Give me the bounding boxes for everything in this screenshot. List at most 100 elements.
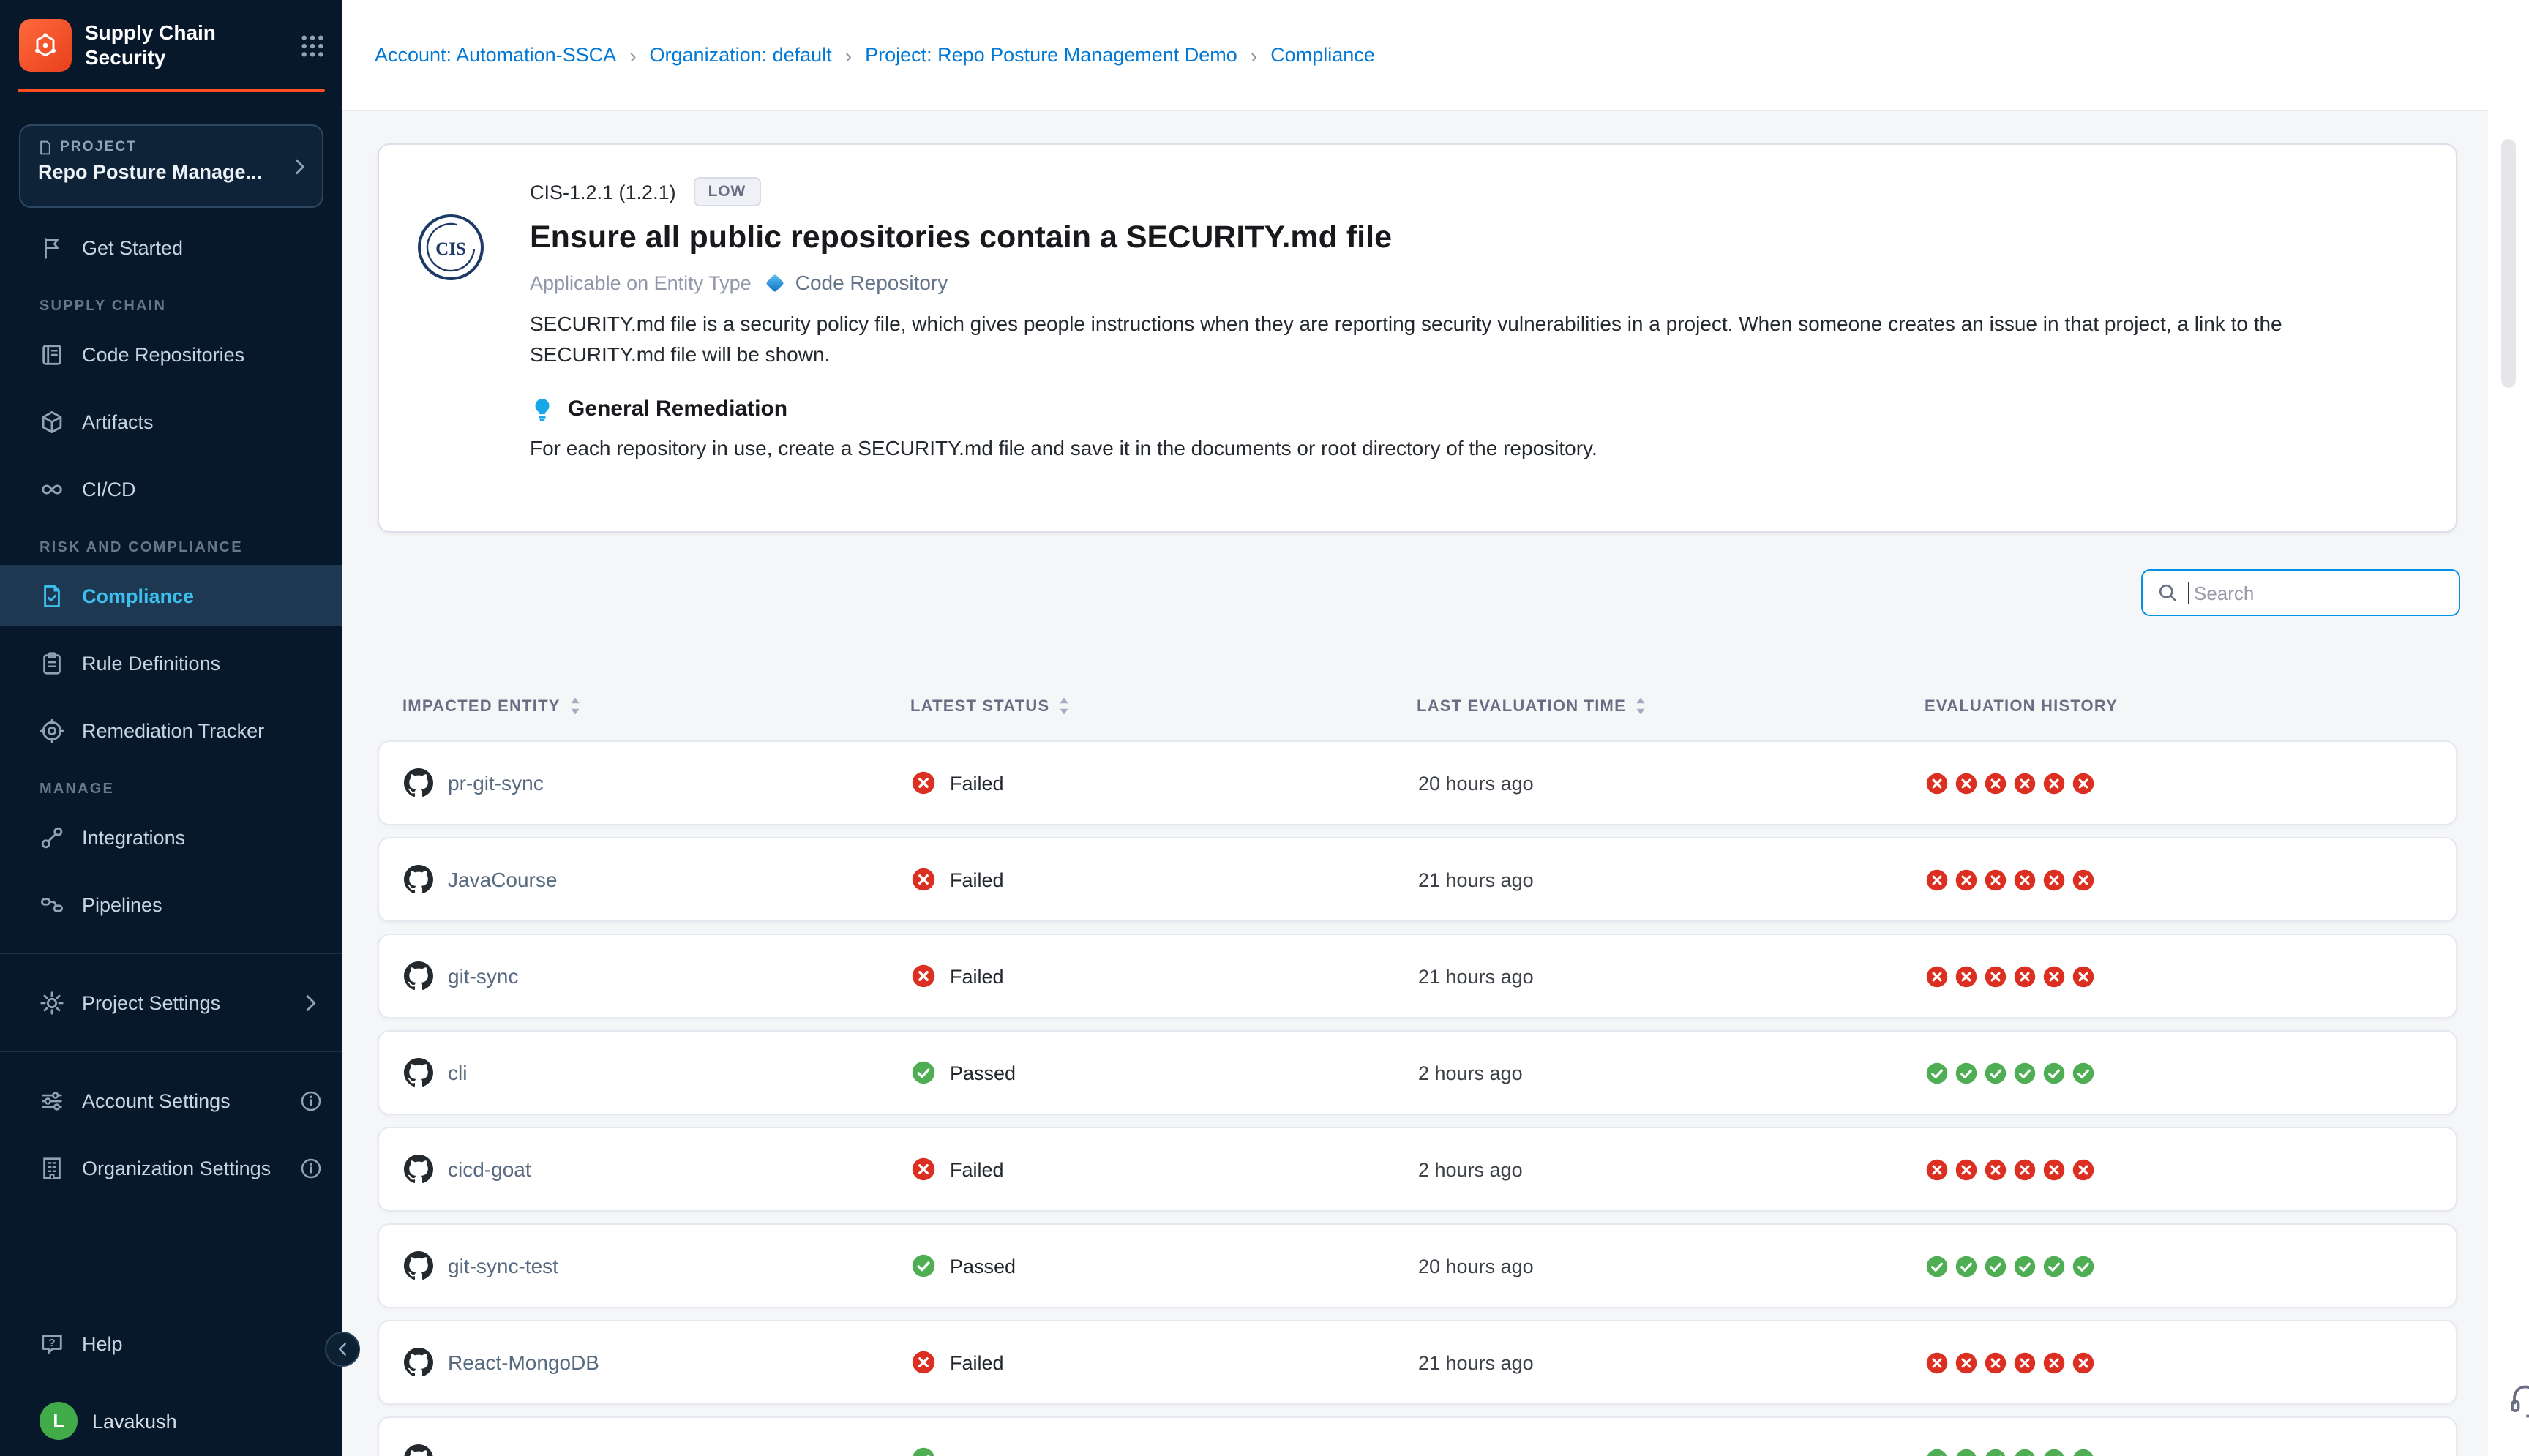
failed-history-icon[interactable] (1926, 965, 1948, 987)
sidebar-item-remediation-tracker[interactable]: Remediation Tracker (0, 699, 342, 761)
passed-history-icon[interactable] (2043, 1062, 2065, 1084)
entity-name[interactable]: pr-git-sync (448, 771, 544, 795)
failed-history-icon[interactable] (2072, 772, 2094, 794)
failed-history-icon[interactable] (2072, 1351, 2094, 1373)
entity-name[interactable]: JavaCourse (448, 868, 557, 891)
sidebar-item-help[interactable]: Help (0, 1313, 342, 1374)
failed-history-icon[interactable] (2072, 1158, 2094, 1180)
passed-history-icon[interactable] (2072, 1448, 2094, 1456)
sidebar-item-organization-settings[interactable]: Organization Settings (0, 1137, 342, 1198)
sidebar-item-compliance[interactable]: Compliance (0, 565, 342, 626)
failed-history-icon[interactable] (1926, 1158, 1948, 1180)
sidebar-item-project-settings[interactable]: Project Settings (0, 972, 342, 1033)
scrollbar-track[interactable] (2488, 0, 2529, 1456)
failed-history-icon[interactable] (1955, 1351, 1977, 1373)
column-impacted-entity[interactable]: IMPACTED ENTITY (402, 697, 910, 716)
breadcrumb-link[interactable]: Organization: default (650, 44, 832, 66)
breadcrumb-link[interactable]: Project: Repo Posture Management Demo (865, 44, 1237, 66)
failed-history-icon[interactable] (2014, 965, 2036, 987)
failed-history-icon[interactable] (1926, 1351, 1948, 1373)
passed-history-icon[interactable] (2043, 1448, 2065, 1456)
failed-history-icon[interactable] (2043, 965, 2065, 987)
info-icon[interactable] (300, 1157, 322, 1179)
sidebar-collapse-button[interactable] (325, 1332, 360, 1367)
entity-name[interactable]: cli (448, 1061, 467, 1084)
failed-history-icon[interactable] (2014, 1158, 2036, 1180)
scrollbar-thumb[interactable] (2501, 139, 2516, 388)
breadcrumb-link[interactable]: Account: Automation-SSCA (375, 44, 616, 66)
sidebar-item-rule-definitions[interactable]: Rule Definitions (0, 632, 342, 694)
failed-history-icon[interactable] (2043, 1158, 2065, 1180)
passed-history-icon[interactable] (1955, 1255, 1977, 1277)
column-last-evaluation-time[interactable]: LAST EVALUATION TIME (1417, 697, 1925, 716)
passed-history-icon[interactable] (2014, 1448, 2036, 1456)
passed-history-icon[interactable] (1985, 1448, 2007, 1456)
sort-icon[interactable] (569, 697, 581, 716)
failed-history-icon[interactable] (2043, 1351, 2065, 1373)
failed-history-icon[interactable] (1955, 772, 1977, 794)
sidebar-item-pipelines[interactable]: Pipelines (0, 874, 342, 935)
info-icon[interactable] (300, 1089, 322, 1111)
app-logo[interactable] (19, 19, 72, 72)
failed-history-icon[interactable] (1985, 965, 2007, 987)
sidebar-item-cicd[interactable]: CI/CD (0, 458, 342, 519)
failed-history-icon[interactable] (2043, 772, 2065, 794)
passed-history-icon[interactable] (1926, 1448, 1948, 1456)
module-switcher-icon[interactable] (300, 33, 325, 58)
entity-name[interactable]: React-MongoDB (448, 1351, 599, 1374)
failed-history-icon[interactable] (1985, 772, 2007, 794)
failed-history-icon[interactable] (2014, 772, 2036, 794)
table-row[interactable]: cicd-goatFailed2 hours ago (378, 1127, 2457, 1212)
entity-name[interactable]: git-sync (448, 964, 518, 988)
sidebar-item-code-repositories[interactable]: Code Repositories (0, 323, 342, 385)
table-row[interactable] (378, 1416, 2457, 1456)
passed-history-icon[interactable] (1985, 1062, 2007, 1084)
failed-history-icon[interactable] (2014, 1351, 2036, 1373)
failed-history-icon[interactable] (1926, 772, 1948, 794)
table-row[interactable]: pr-git-syncFailed20 hours ago (378, 740, 2457, 825)
user-row[interactable]: L Lavakush (0, 1392, 342, 1456)
passed-history-icon[interactable] (1926, 1062, 1948, 1084)
sort-icon[interactable] (1058, 697, 1070, 716)
table-row[interactable]: React-MongoDBFailed21 hours ago (378, 1320, 2457, 1405)
breadcrumb: Account: Automation-SSCA›Organization: d… (375, 43, 1375, 67)
passed-history-icon[interactable] (2072, 1062, 2094, 1084)
search-input[interactable] (2194, 582, 2444, 604)
failed-history-icon[interactable] (1955, 868, 1977, 890)
failed-history-icon[interactable] (1985, 868, 2007, 890)
support-icon[interactable] (2507, 1381, 2529, 1418)
sidebar-item-artifacts[interactable]: Artifacts (0, 391, 342, 452)
sidebar-item-integrations[interactable]: Integrations (0, 806, 342, 868)
failed-history-icon[interactable] (2072, 965, 2094, 987)
failed-history-icon[interactable] (1985, 1351, 2007, 1373)
passed-history-icon[interactable] (1926, 1255, 1948, 1277)
column-latest-status[interactable]: LATEST STATUS (910, 697, 1417, 716)
project-selector[interactable]: PROJECT Repo Posture Manage... (19, 124, 323, 208)
avatar[interactable]: L (40, 1402, 78, 1440)
passed-history-icon[interactable] (2072, 1255, 2094, 1277)
entity-name[interactable]: cicd-goat (448, 1157, 531, 1181)
failed-history-icon[interactable] (1955, 965, 1977, 987)
passed-history-icon[interactable] (1955, 1062, 1977, 1084)
table-row[interactable]: git-sync-testPassed20 hours ago (378, 1223, 2457, 1308)
failed-history-icon[interactable] (1926, 868, 1948, 890)
passed-history-icon[interactable] (1985, 1255, 2007, 1277)
passed-history-icon[interactable] (2014, 1255, 2036, 1277)
sidebar-item-account-settings[interactable]: Account Settings (0, 1070, 342, 1131)
failed-history-icon[interactable] (1955, 1158, 1977, 1180)
failed-history-icon[interactable] (2072, 868, 2094, 890)
failed-history-icon[interactable] (1985, 1158, 2007, 1180)
sidebar-item-get-started[interactable]: Get Started (0, 217, 342, 278)
entity-type-chip[interactable]: Code Repository (765, 271, 948, 294)
passed-history-icon[interactable] (2014, 1062, 2036, 1084)
entity-name[interactable]: git-sync-test (448, 1254, 558, 1277)
table-row[interactable]: cliPassed2 hours ago (378, 1030, 2457, 1115)
breadcrumb-link[interactable]: Compliance (1270, 44, 1375, 66)
failed-history-icon[interactable] (2043, 868, 2065, 890)
passed-history-icon[interactable] (2043, 1255, 2065, 1277)
table-row[interactable]: JavaCourseFailed21 hours ago (378, 837, 2457, 922)
failed-history-icon[interactable] (2014, 868, 2036, 890)
passed-history-icon[interactable] (1955, 1448, 1977, 1456)
sort-icon[interactable] (1635, 697, 1646, 716)
table-row[interactable]: git-syncFailed21 hours ago (378, 934, 2457, 1018)
